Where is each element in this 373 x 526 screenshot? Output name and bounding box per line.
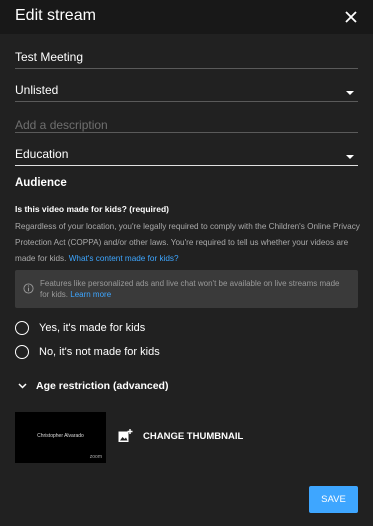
- audience-heading: Audience: [15, 177, 67, 189]
- thumbnail-preview-title: Christopher Alvarado: [37, 433, 84, 439]
- change-thumbnail-button[interactable]: CHANGE THUMBNAIL: [118, 429, 243, 443]
- close-icon[interactable]: [341, 7, 361, 27]
- chevron-down-icon: [346, 155, 354, 159]
- radio-unchecked-icon: [15, 345, 29, 359]
- category-value: Education: [15, 147, 69, 161]
- title-value: Test Meeting: [15, 50, 84, 64]
- age-restriction-label: Age restriction (advanced): [36, 380, 169, 392]
- radio-unchecked-icon: [15, 321, 29, 335]
- learn-more-link[interactable]: Learn more: [70, 290, 111, 299]
- visibility-value: Unlisted: [15, 83, 59, 97]
- chevron-down-icon: [18, 383, 27, 389]
- info-icon: [23, 283, 34, 294]
- change-thumbnail-label: CHANGE THUMBNAIL: [143, 430, 244, 442]
- chevron-down-icon: [346, 91, 354, 95]
- radio-yes-label: Yes, it's made for kids: [39, 322, 146, 334]
- radio-not-made-for-kids[interactable]: No, it's not made for kids: [15, 345, 160, 359]
- info-box: Features like personalized ads and live …: [15, 270, 358, 308]
- description-input[interactable]: [15, 118, 345, 132]
- dialog-header: Edit stream: [0, 0, 373, 34]
- edit-stream-dialog: Edit stream Test Meeting Unlisted Educat…: [0, 0, 373, 526]
- save-button[interactable]: SAVE: [309, 486, 358, 513]
- description-underline: [15, 132, 358, 133]
- dialog-title: Edit stream: [15, 7, 96, 24]
- visibility-underline: [15, 101, 358, 102]
- category-underline: [15, 165, 358, 166]
- add-photo-icon: [118, 429, 133, 442]
- age-restriction-toggle[interactable]: Age restriction (advanced): [18, 380, 168, 392]
- thumbnail-preview[interactable]: Christopher Alvarado zoom: [15, 412, 106, 463]
- category-select[interactable]: Education: [15, 147, 358, 167]
- info-text-block: Features like personalized ads and live …: [40, 278, 350, 300]
- thumbnail-preview-badge: zoom: [89, 454, 102, 460]
- made-for-kids-question: Is this video made for kids? (required): [15, 204, 169, 214]
- description-field[interactable]: [15, 116, 358, 136]
- made-for-kids-help-link[interactable]: What's content made for kids?: [69, 254, 179, 263]
- coppa-paragraph: Regardless of your location, you're lega…: [15, 219, 360, 267]
- title-field[interactable]: Test Meeting: [15, 50, 358, 70]
- radio-made-for-kids[interactable]: Yes, it's made for kids: [15, 321, 145, 335]
- radio-no-label: No, it's not made for kids: [39, 346, 160, 358]
- visibility-select[interactable]: Unlisted: [15, 83, 358, 103]
- title-underline: [15, 68, 358, 69]
- coppa-text: Regardless of your location, you're lega…: [15, 222, 360, 263]
